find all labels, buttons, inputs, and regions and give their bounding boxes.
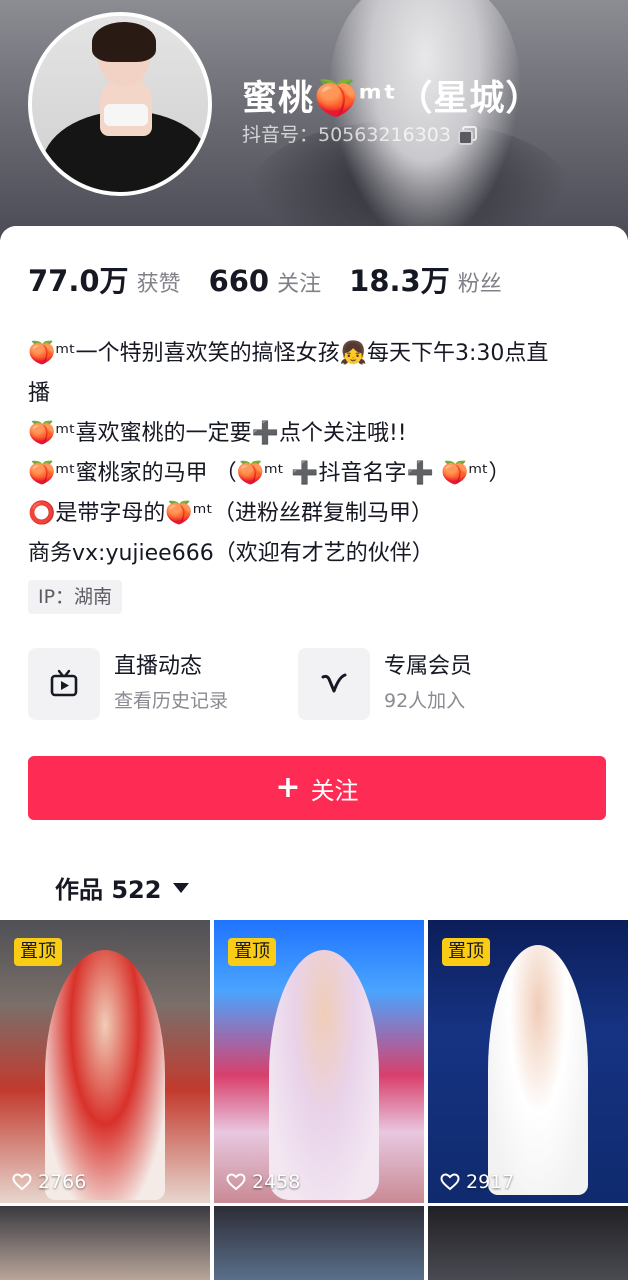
service-subtitle: 92人加入	[384, 690, 466, 712]
live-history-entry[interactable]: 直播动态 查看历史记录	[28, 648, 228, 720]
bio-line: 播	[28, 381, 51, 406]
works-tab[interactable]: 作品 522	[55, 870, 190, 905]
like-count: 2458	[226, 1171, 300, 1193]
stat-value: 18.3万	[349, 264, 450, 298]
tv-icon	[28, 648, 100, 720]
stat-label: 关注	[277, 272, 322, 297]
stat-label: 粉丝	[457, 272, 502, 297]
like-count-value: 2766	[38, 1171, 87, 1193]
pinned-badge: 置顶	[14, 938, 62, 966]
stat-likes[interactable]: 77.0万 获赞	[28, 258, 181, 300]
heart-icon	[12, 1173, 32, 1191]
service-subtitle: 查看历史记录	[114, 690, 229, 712]
like-count-value: 2917	[466, 1171, 515, 1193]
bio-line: 🍑ᵐᵗ一个特别喜欢笑的搞怪女孩👧每天下午3:30点直	[28, 341, 549, 366]
bio-line: ⭕是带字母的🍑ᵐᵗ（进粉丝群复制马甲）	[28, 501, 433, 526]
bio-line: 🍑ᵐᵗ蜜桃家的马甲 （🍑ᵐᵗ ➕抖音名字➕ 🍑ᵐᵗ）	[28, 461, 511, 486]
profile-page: 蜜桃🍑ᵐᵗ（星城） 抖音号：50563216303 77.0万 获赞 660 关…	[0, 0, 628, 1280]
heart-icon	[440, 1173, 460, 1191]
ip-location-badge: IP：湖南	[28, 580, 123, 614]
video-tile[interactable]	[0, 1206, 210, 1280]
like-count-value: 2458	[252, 1171, 301, 1193]
douyin-id-text: 抖音号：50563216303	[242, 124, 451, 146]
membership-entry[interactable]: 专属会员 92人加入	[298, 648, 472, 720]
profile-name: 蜜桃🍑ᵐᵗ（星城）	[242, 79, 542, 119]
stat-following[interactable]: 660 关注	[209, 264, 322, 298]
video-tile[interactable]	[214, 1206, 424, 1280]
copy-icon[interactable]	[457, 125, 477, 145]
caret-down-icon	[173, 882, 190, 893]
video-tile[interactable]: 置顶 2458	[214, 920, 424, 1203]
v-icon	[298, 648, 370, 720]
stat-label: 获赞	[136, 272, 181, 297]
profile-bio: 🍑ᵐᵗ一个特别喜欢笑的搞怪女孩👧每天下午3:30点直 播 🍑ᵐᵗ喜欢蜜桃的一定要…	[28, 334, 608, 574]
plus-icon: +	[275, 770, 301, 805]
video-grid: 置顶 2766 置顶 2458 置顶 2917	[0, 920, 628, 1280]
profile-stats: 77.0万 获赞 660 关注 18.3万 粉丝	[28, 258, 530, 300]
stat-value: 660	[208, 264, 270, 298]
video-tile[interactable]: 置顶 2917	[428, 920, 628, 1203]
pinned-badge: 置顶	[228, 938, 276, 966]
works-tab-label: 作品 522	[55, 876, 162, 904]
like-count: 2917	[440, 1171, 514, 1193]
service-title: 专属会员	[384, 654, 473, 679]
douyin-id[interactable]: 抖音号：50563216303	[242, 120, 477, 147]
stat-followers[interactable]: 18.3万 粉丝	[349, 258, 502, 300]
video-tile[interactable]: 置顶 2766	[0, 920, 210, 1203]
heart-icon	[226, 1173, 246, 1191]
video-tile[interactable]	[428, 1206, 628, 1280]
service-title: 直播动态	[114, 654, 203, 679]
like-count: 2766	[12, 1171, 86, 1193]
follow-button[interactable]: + 关注	[28, 756, 606, 820]
avatar[interactable]	[28, 12, 212, 196]
bio-line: 🍑ᵐᵗ喜欢蜜桃的一定要➕点个关注哦!!	[28, 421, 407, 446]
pinned-badge: 置顶	[442, 938, 490, 966]
stat-value: 77.0万	[28, 264, 129, 298]
bio-line: 商务vx:yujiee666（欢迎有才艺的伙伴）	[28, 541, 434, 566]
follow-button-label: 关注	[310, 776, 359, 805]
